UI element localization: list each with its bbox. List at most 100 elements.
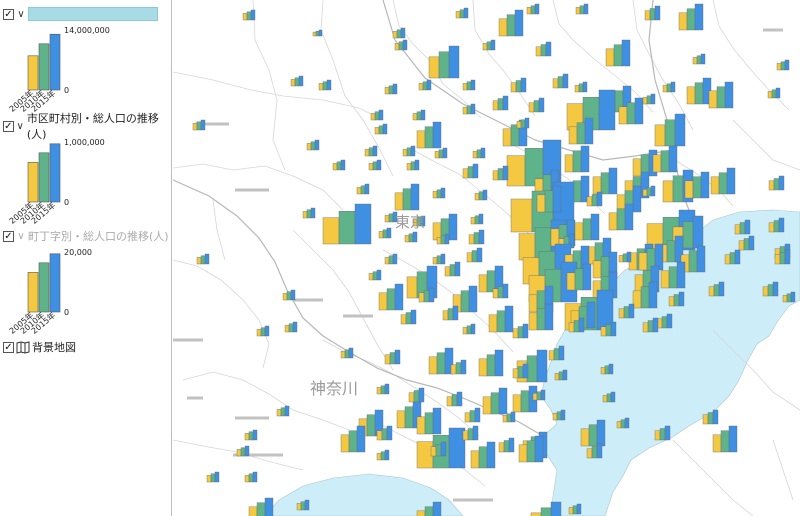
population-bar: [574, 222, 584, 241]
population-bar: [462, 430, 469, 441]
population-bar: [246, 11, 252, 21]
population-bar: [432, 501, 442, 516]
population-bar: [356, 187, 362, 195]
population-bar: [380, 451, 386, 461]
population-bar: [416, 441, 434, 469]
population-bar: [638, 252, 648, 271]
population-bar: [586, 448, 593, 459]
population-bar: [424, 126, 434, 149]
population-bar: [466, 325, 472, 335]
population-bar: [432, 121, 442, 149]
population-bar: [536, 349, 548, 383]
population-bar: [322, 217, 340, 245]
population-bar: [517, 366, 524, 379]
population-bar: [494, 349, 504, 377]
population-bar: [533, 100, 540, 113]
population-bar: [381, 428, 388, 441]
population-bar: [292, 321, 298, 333]
population-bar: [734, 224, 741, 235]
population-bar: [416, 416, 426, 435]
population-bar: [506, 155, 526, 187]
map-canvas[interactable]: 東京 神奈川: [173, 0, 800, 516]
population-bar: [692, 176, 702, 199]
population-bar: [432, 191, 438, 199]
layer-1-checkbox[interactable]: ✓: [3, 8, 14, 20]
layer-row-3[interactable]: ✓ ∨ 町丁字別・総人口の推移(人): [0, 228, 169, 244]
layer-1-name-selected[interactable]: [28, 7, 158, 21]
population-bar: [510, 411, 516, 423]
population-bar: [400, 314, 407, 325]
population-bar: [430, 446, 437, 457]
population-bar: [718, 281, 725, 297]
population-bar: [700, 53, 706, 65]
population-bar: [692, 215, 704, 249]
population-bar: [248, 506, 258, 516]
population-bar: [196, 257, 202, 265]
layer-2-checkbox[interactable]: ✓: [3, 120, 14, 132]
population-bar: [282, 293, 288, 301]
population-bar: [515, 80, 522, 93]
population-bar: [773, 220, 780, 233]
population-bar: [467, 428, 474, 441]
population-bar: [252, 429, 258, 441]
population-bar: [678, 291, 685, 307]
population-bar: [416, 510, 426, 516]
population-bar: [340, 434, 350, 453]
population-bar: [532, 393, 538, 401]
population-bar: [520, 390, 530, 413]
population-bar: [574, 85, 580, 93]
population-bar: [306, 209, 312, 219]
population-bar: [472, 163, 479, 179]
layer-row-4[interactable]: ✓ 背景地図: [0, 339, 76, 355]
population-bar: [583, 3, 589, 15]
population-bar: [540, 507, 552, 516]
population-bar: [646, 95, 652, 105]
population-bar: [648, 281, 658, 309]
population-bar: [566, 272, 576, 291]
population-bar: [729, 252, 736, 265]
population-bar: [702, 414, 709, 425]
population-bar: [436, 255, 442, 265]
population-bar: [435, 444, 442, 457]
population-bar: [386, 227, 392, 239]
chevron-down-icon[interactable]: ∨: [14, 9, 28, 20]
layer-4-checkbox[interactable]: ✓: [3, 341, 14, 353]
population-bar: [592, 260, 602, 279]
population-bar: [654, 124, 666, 147]
population-bar: [294, 77, 300, 87]
layer-row-2[interactable]: ✓ ∨ 市区町村別・総人口の推移(人): [0, 112, 171, 141]
population-bar: [768, 222, 775, 233]
chevron-down-icon[interactable]: ∨: [14, 121, 27, 132]
population-bar: [452, 305, 459, 321]
population-bar: [332, 163, 338, 171]
population-bar: [482, 189, 488, 201]
population-bar: [476, 247, 483, 263]
layer-row-1[interactable]: ✓ ∨: [0, 6, 158, 22]
population-bar: [459, 9, 465, 19]
population-bar: [236, 449, 242, 457]
population-bar: [372, 271, 378, 281]
population-bar: [574, 268, 584, 291]
population-bar: [556, 411, 562, 421]
population-bar: [482, 396, 492, 415]
chevron-down-icon[interactable]: ∨: [14, 231, 28, 242]
population-bar: [592, 176, 602, 195]
layer-3-checkbox[interactable]: ✓: [3, 230, 14, 242]
population-bar: [579, 5, 585, 15]
legend-bar-2015年: [49, 33, 61, 91]
population-bar: [204, 253, 210, 265]
population-bar: [526, 355, 538, 383]
population-bar: [428, 287, 435, 303]
population-bar: [773, 178, 780, 191]
population-bar: [517, 326, 524, 339]
population-bar: [661, 316, 668, 329]
population-bar: [586, 196, 593, 207]
population-bar: [392, 83, 398, 95]
population-bar: [713, 284, 720, 297]
population-bar: [364, 183, 370, 195]
population-bar: [449, 264, 456, 277]
population-bar: [472, 425, 479, 441]
population-bar: [462, 107, 468, 115]
population-bar: [432, 257, 438, 265]
population-bar: [376, 387, 382, 395]
